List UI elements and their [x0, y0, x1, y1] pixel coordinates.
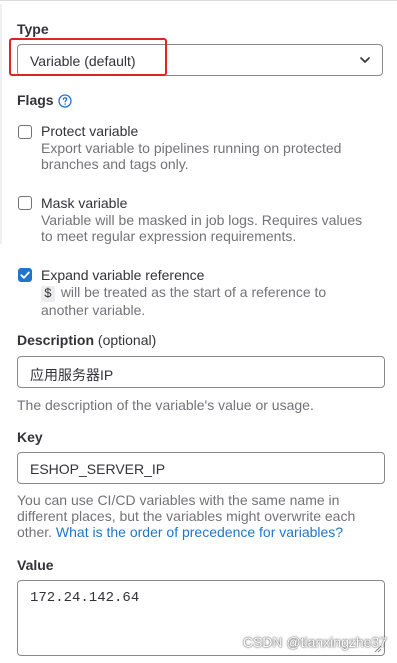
csdn-watermark: CSDN @tianxingzhe37	[242, 634, 387, 650]
key-hint-prefix: other.	[17, 524, 53, 540]
dollar-code-chip: $	[41, 286, 55, 302]
protect-desc-line2: branches and tags only.	[41, 156, 189, 172]
key-hint: You can use CI/CD variables with the sam…	[17, 492, 387, 540]
key-hint-line3: other. What is the order of precedence f…	[17, 524, 387, 540]
checkmark-icon	[20, 271, 30, 279]
expand-variable-checkbox[interactable]	[18, 268, 32, 282]
top-divider	[0, 0, 397, 5]
protect-variable-checkbox[interactable]	[18, 125, 32, 139]
description-input[interactable]: 应用服务器IP	[17, 356, 385, 388]
question-circle-icon[interactable]	[57, 94, 72, 108]
value-label: Value	[17, 557, 54, 573]
mask-desc-line2: to meet regular expression requirements.	[41, 228, 297, 244]
expand-variable-desc: $ will be treated as the start of a refer…	[41, 284, 381, 318]
mask-variable-desc: Variable will be masked in job logs. Req…	[41, 212, 381, 244]
expand-desc-line1: $ will be treated as the start of a refer…	[41, 284, 381, 302]
protect-desc-line1: Export variable to pipelines running on …	[41, 140, 342, 156]
chevron-down-icon	[360, 57, 370, 63]
type-label: Type	[17, 21, 49, 37]
key-hint-line2: different places, but the variables migh…	[17, 508, 356, 524]
key-label: Key	[17, 429, 43, 445]
description-optional-text: (optional)	[97, 332, 157, 348]
key-hint-line1: You can use CI/CD variables with the sam…	[17, 492, 340, 508]
description-label: Description (optional)	[17, 332, 156, 348]
protect-variable-title: Protect variable	[41, 123, 139, 139]
expand-desc-line2: another variable.	[41, 302, 146, 318]
expand-desc-line1-text: will be treated as the start of a refere…	[60, 284, 327, 300]
key-input[interactable]: ESHOP_SERVER_IP	[17, 452, 385, 484]
mask-variable-checkbox[interactable]	[18, 196, 32, 210]
mask-variable-title: Mask variable	[41, 195, 128, 211]
value-textarea-content: 172.24.142.64	[30, 590, 140, 606]
flags-label-text: Flags	[17, 92, 54, 108]
highlight-annotation-box	[9, 38, 167, 76]
mask-desc-line1: Variable will be masked in job logs. Req…	[41, 212, 363, 228]
description-input-value: 应用服务器IP	[30, 367, 114, 383]
left-rail	[0, 4, 2, 244]
precedence-help-link[interactable]: What is the order of precedence for vari…	[56, 524, 343, 540]
description-label-text: Description	[17, 332, 95, 348]
key-input-value: ESHOP_SERVER_IP	[30, 461, 166, 477]
protect-variable-desc: Export variable to pipelines running on …	[41, 140, 381, 172]
expand-variable-title: Expand variable reference	[41, 267, 205, 283]
flags-label: Flags	[17, 92, 72, 108]
description-hint: The description of the variable's value …	[17, 397, 314, 413]
